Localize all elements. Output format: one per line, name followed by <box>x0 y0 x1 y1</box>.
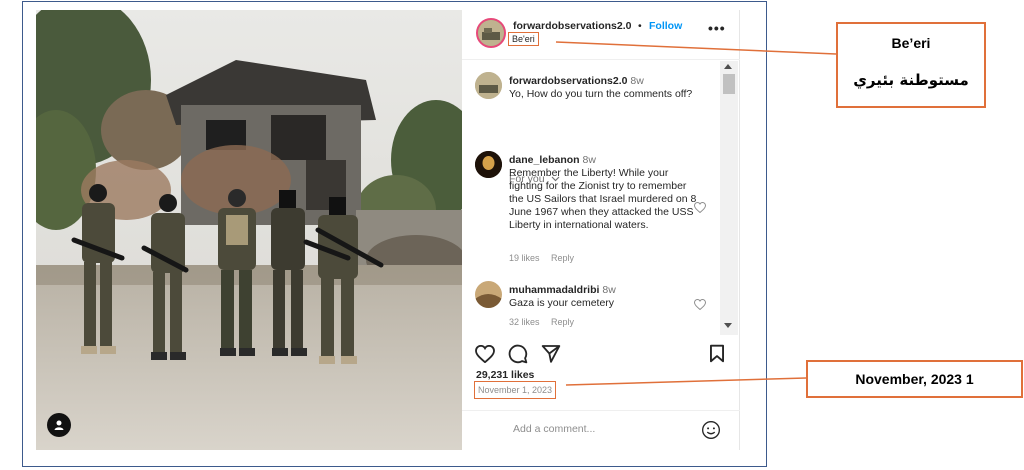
callout-location-arabic: مستوطنة بئيري <box>853 71 969 89</box>
location-callout: Be’eri مستوطنة بئيري <box>836 22 986 108</box>
callout-date-label: November, 2023 1 <box>855 371 974 387</box>
date-callout: November, 2023 1 <box>806 360 1023 398</box>
screenshot-stage: forwardobservations2.0 • Follow Be'eri •… <box>0 0 1024 470</box>
callout-location-title: Be’eri <box>891 35 931 51</box>
